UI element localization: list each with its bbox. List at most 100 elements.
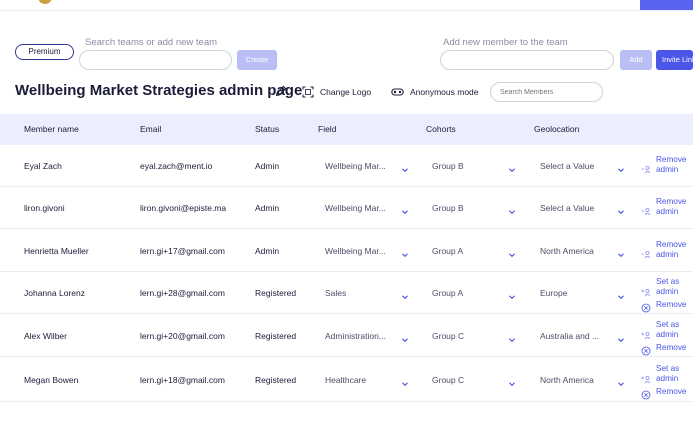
- circle-x-icon[interactable]: [641, 300, 651, 313]
- table-row: liron.givoni liron.givoni@episte.ma Admin W…: [0, 187, 693, 229]
- geolocation-select[interactable]: Select a Value: [540, 161, 614, 171]
- remove-member-button[interactable]: Remove: [656, 387, 687, 397]
- top-divider: [0, 10, 693, 11]
- image-frame-icon: [302, 86, 314, 98]
- member-name: Alex Wilber: [24, 331, 67, 341]
- col-member-name: Member name: [24, 124, 79, 134]
- admin-page: { "premium_label": "Premium", "team_sear…: [0, 0, 693, 425]
- team-search-input[interactable]: [79, 50, 232, 70]
- chevron-down-icon[interactable]: [616, 289, 626, 300]
- col-field: Field: [318, 124, 337, 134]
- remove-member-button[interactable]: Remove: [656, 343, 687, 353]
- remove-member-button[interactable]: Remove: [656, 300, 687, 310]
- chevron-down-icon[interactable]: [507, 332, 517, 343]
- remove-admin-button[interactable]: Remove admin: [656, 155, 692, 175]
- field-select[interactable]: Administration...: [325, 331, 399, 341]
- set-admin-button[interactable]: Set as admin: [656, 364, 686, 384]
- member-email: lern.gi+28@gmail.com: [140, 288, 225, 298]
- member-status: Registered: [255, 288, 297, 298]
- remove-admin-button[interactable]: Remove admin: [656, 197, 692, 217]
- member-name: Megan Bowen: [24, 375, 79, 385]
- geolocation-select[interactable]: North America: [540, 375, 614, 385]
- user-plus-icon[interactable]: [641, 284, 651, 297]
- member-email: lern.gi+17@gmail.com: [140, 246, 225, 256]
- premium-button[interactable]: Premium: [15, 44, 74, 60]
- table-row: Megan Bowen lern.gi+18@gmail.com Registere…: [0, 357, 693, 402]
- chevron-down-icon[interactable]: [616, 162, 626, 173]
- member-status: Admin: [255, 203, 280, 213]
- chevron-down-icon[interactable]: [507, 162, 517, 173]
- member-name: Johanna Lorenz: [24, 288, 85, 298]
- cohort-select[interactable]: Group B: [432, 161, 502, 171]
- cohort-select[interactable]: Group C: [432, 331, 502, 341]
- circle-x-icon[interactable]: [641, 343, 651, 356]
- anonymous-mode-toggle[interactable]: Anonymous mode: [391, 86, 479, 98]
- col-status: Status: [255, 124, 280, 134]
- member-status: Admin: [255, 246, 280, 256]
- chevron-down-icon[interactable]: [400, 289, 410, 300]
- user-plus-icon[interactable]: [641, 371, 651, 384]
- user-minus-icon[interactable]: [641, 203, 651, 216]
- col-email: Email: [140, 124, 162, 134]
- table-row: Alex Wilber lern.gi+20@gmail.com Registere…: [0, 314, 693, 357]
- field-select[interactable]: Healthcare: [325, 375, 399, 385]
- geolocation-select[interactable]: Select a Value: [540, 203, 614, 213]
- add-member-label: Add new member to the team: [443, 37, 568, 48]
- cohort-select[interactable]: Group A: [432, 246, 502, 256]
- set-admin-button[interactable]: Set as admin: [656, 320, 686, 340]
- members-table-header: Member name Email Status Field Cohorts G…: [0, 114, 693, 145]
- member-email: liron.givoni@episte.ma: [140, 203, 227, 213]
- change-logo-button[interactable]: Change Logo: [302, 86, 371, 98]
- chevron-down-icon[interactable]: [400, 162, 410, 173]
- cohort-select[interactable]: Group A: [432, 288, 502, 298]
- set-admin-button[interactable]: Set as admin: [656, 277, 686, 297]
- cohort-select[interactable]: Group C: [432, 375, 502, 385]
- table-row: Henrietta Mueller lern.gi+17@gmail.com Adm…: [0, 229, 693, 272]
- search-members-input[interactable]: [490, 82, 603, 102]
- geolocation-select[interactable]: Australia and ...: [540, 331, 614, 341]
- chevron-down-icon[interactable]: [400, 204, 410, 215]
- chevron-down-icon[interactable]: [616, 204, 626, 215]
- circle-x-icon[interactable]: [641, 387, 651, 400]
- member-email: eyal.zach@ment.io: [140, 161, 213, 171]
- create-team-button[interactable]: Create: [237, 50, 277, 70]
- field-select[interactable]: Wellbeing Mar...: [325, 246, 399, 256]
- col-cohorts: Cohorts: [426, 124, 456, 134]
- pencil-icon[interactable]: [274, 84, 288, 98]
- chevron-down-icon[interactable]: [616, 247, 626, 258]
- col-geolocation: Geolocation: [534, 124, 580, 134]
- member-email: lern.gi+20@gmail.com: [140, 331, 225, 341]
- member-name: Eyal Zach: [24, 161, 62, 171]
- header-accent-button[interactable]: [640, 0, 693, 10]
- chevron-down-icon[interactable]: [400, 247, 410, 258]
- chevron-down-icon[interactable]: [507, 204, 517, 215]
- chevron-down-icon[interactable]: [400, 376, 410, 387]
- table-row: Eyal Zach eyal.zach@ment.io Admin Wellbeing…: [0, 145, 693, 187]
- remove-admin-button[interactable]: Remove admin: [656, 240, 692, 260]
- table-row: Johanna Lorenz lern.gi+28@gmail.com Regist…: [0, 272, 693, 314]
- chevron-down-icon[interactable]: [507, 289, 517, 300]
- chevron-down-icon[interactable]: [507, 247, 517, 258]
- field-select[interactable]: Sales: [325, 288, 399, 298]
- chevron-down-icon[interactable]: [616, 376, 626, 387]
- field-select[interactable]: Wellbeing Mar...: [325, 203, 399, 213]
- add-member-button[interactable]: Add: [620, 50, 652, 70]
- member-name: liron.givoni: [24, 203, 65, 213]
- user-minus-icon[interactable]: [641, 161, 651, 174]
- geolocation-select[interactable]: North America: [540, 246, 614, 256]
- member-name: Henrietta Mueller: [24, 246, 89, 256]
- team-search-label: Search teams or add new team: [85, 37, 218, 48]
- geolocation-select[interactable]: Europe: [540, 288, 614, 298]
- change-logo-label: Change Logo: [320, 87, 372, 97]
- member-email: lern.gi+18@gmail.com: [140, 375, 225, 385]
- chevron-down-icon[interactable]: [400, 332, 410, 343]
- field-select[interactable]: Wellbeing Mar...: [325, 161, 399, 171]
- user-minus-icon[interactable]: [641, 246, 651, 259]
- add-member-input[interactable]: [440, 50, 614, 70]
- chevron-down-icon[interactable]: [507, 376, 517, 387]
- cohort-select[interactable]: Group B: [432, 203, 502, 213]
- invite-link-button[interactable]: Invite Link: [656, 50, 693, 70]
- app-logo: [38, 0, 52, 4]
- chevron-down-icon[interactable]: [616, 332, 626, 343]
- user-plus-icon[interactable]: [641, 327, 651, 340]
